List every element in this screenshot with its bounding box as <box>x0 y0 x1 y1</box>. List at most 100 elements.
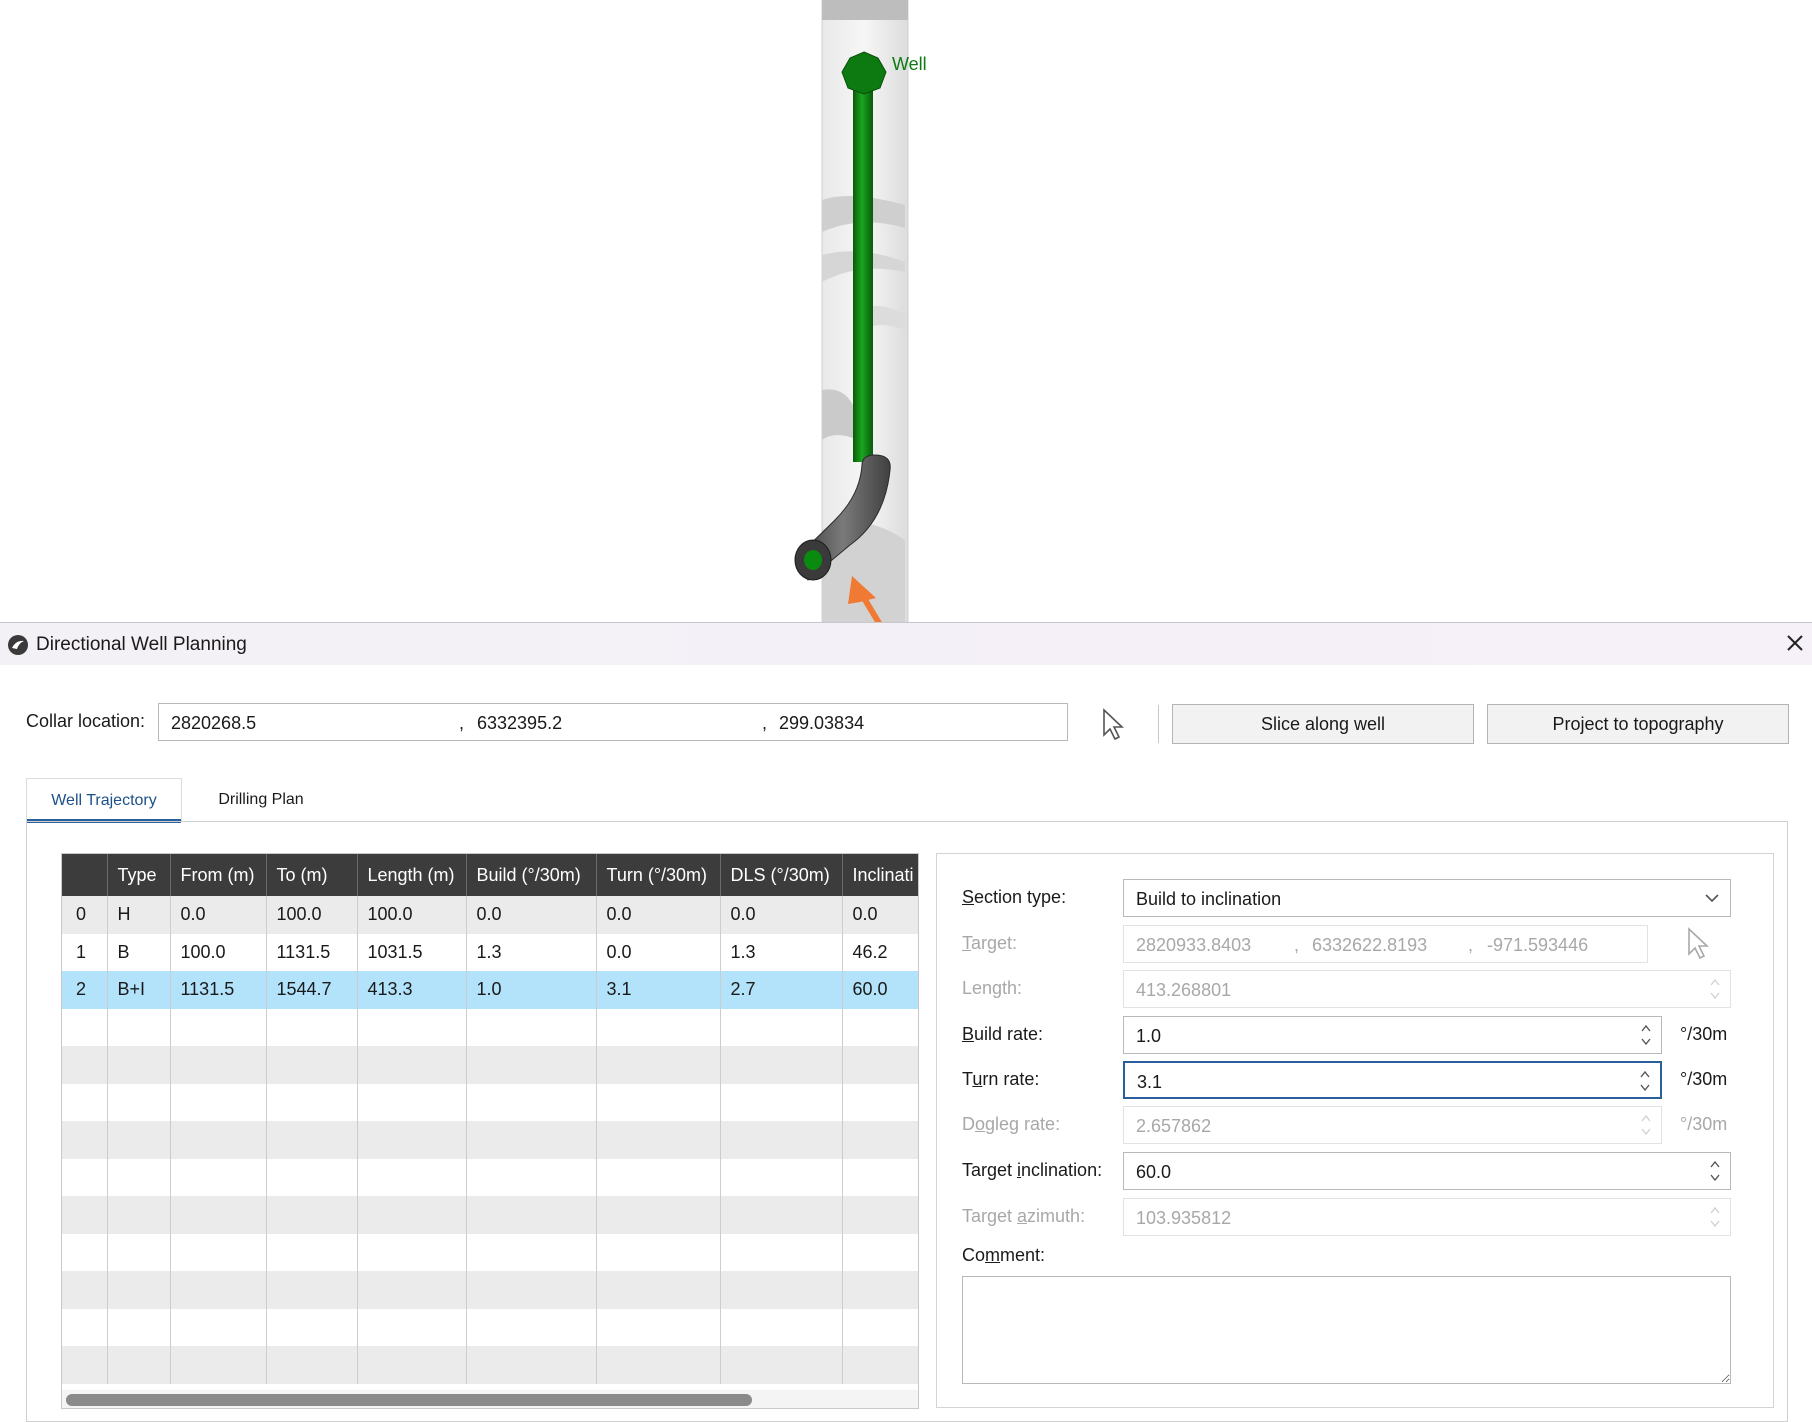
column-header[interactable]: Inclinati <box>842 854 918 896</box>
table-cell: 3.1 <box>596 971 721 1009</box>
tab-drilling-plan[interactable]: Drilling Plan <box>186 778 336 822</box>
dogleg-rate-unit: °/30m <box>1680 1114 1728 1134</box>
table-cell: 1544.7 <box>266 971 358 1009</box>
tab-well-trajectory[interactable]: Well Trajectory <box>26 778 182 823</box>
empty-row <box>62 1083 918 1121</box>
collar-location-field[interactable]: 2820268.5 , 6332395.2 , 299.03834 <box>158 703 1068 741</box>
table-cell: 1.3 <box>720 933 843 971</box>
dogleg-rate-field: 2.657862 <box>1123 1106 1662 1144</box>
column-header[interactable]: DLS (°/30m) <box>720 854 843 896</box>
spinner-icon <box>1641 1114 1651 1136</box>
table-cell: 2 <box>62 971 108 1009</box>
target-inclination-value[interactable]: 60.0 <box>1136 1162 1171 1183</box>
empty-row <box>62 1008 918 1046</box>
column-header[interactable]: To (m) <box>266 854 358 896</box>
empty-row <box>62 1346 918 1384</box>
target-x-value: 2820933.8403 <box>1136 935 1252 955</box>
collar-location-label: Collar location: <box>26 711 146 731</box>
table-cell: 0 <box>62 896 108 934</box>
table-cell: H <box>107 896 171 934</box>
build-rate-unit: °/30m <box>1680 1024 1728 1044</box>
well-label: Well <box>892 54 927 74</box>
table-cell: 100.0 <box>357 896 467 934</box>
target-label: Target: <box>962 933 1018 953</box>
empty-row <box>62 1158 918 1196</box>
spinner-icon[interactable] <box>1708 1155 1722 1187</box>
table-cell: 0.0 <box>842 896 918 934</box>
project-to-topography-label: Project to topography <box>1552 714 1724 734</box>
table-cell: B+I <box>107 971 171 1009</box>
coordinate-separator: , <box>1294 935 1300 955</box>
turn-rate-unit: °/30m <box>1680 1069 1728 1089</box>
table-cell: 413.3 <box>357 971 467 1009</box>
empty-row <box>62 1308 918 1346</box>
scrollbar-thumb[interactable] <box>66 1394 752 1406</box>
column-header[interactable] <box>62 854 108 896</box>
pick-target-cursor-icon <box>1688 927 1710 960</box>
column-header[interactable]: Type <box>107 854 171 896</box>
slice-along-well-label: Slice along well <box>1260 714 1386 734</box>
target-azimuth-label: Target azimuth: <box>962 1206 1086 1226</box>
column-header[interactable]: Length (m) <box>357 854 467 896</box>
table-row[interactable]: 0 H 0.0 100.0 100.0 0.0 0.0 0.0 0.0 <box>62 896 918 934</box>
horizontal-scrollbar[interactable] <box>62 1390 918 1408</box>
table-header-row: Type From (m) To (m) Length (m) Build (°… <box>62 854 918 896</box>
close-icon[interactable] <box>1784 632 1806 654</box>
comment-textarea[interactable] <box>962 1276 1731 1384</box>
table-cell: 0.0 <box>720 896 843 934</box>
spinner-icon <box>1710 978 1720 1000</box>
collar-z-value[interactable]: 299.03834 <box>779 713 864 734</box>
section-type-value: Build to inclination <box>1136 889 1282 909</box>
build-rate-value[interactable]: 1.0 <box>1136 1026 1161 1047</box>
length-value: 413.268801 <box>1136 980 1232 1000</box>
target-y-value: 6332622.8193 <box>1312 935 1428 955</box>
collar-y-value[interactable]: 6332395.2 <box>477 713 562 734</box>
coordinate-separator: , <box>1468 935 1474 955</box>
turn-rate-value[interactable]: 3.1 <box>1137 1072 1162 1093</box>
title-bar[interactable]: Directional Well Planning <box>0 623 1812 665</box>
project-to-topography-button[interactable]: Project to topography <box>1487 704 1789 744</box>
column-header[interactable]: Build (°/30m) <box>466 854 597 896</box>
target-field: 2820933.8403 , 6332622.8193 , -971.59344… <box>1123 925 1648 963</box>
spinner-icon[interactable] <box>1639 1019 1653 1051</box>
target-inclination-input[interactable]: 60.0 <box>1123 1152 1731 1190</box>
spinner-icon <box>1710 1206 1720 1228</box>
collar-x-value[interactable]: 2820268.5 <box>171 713 256 734</box>
turn-rate-input[interactable]: 3.1 <box>1123 1061 1662 1099</box>
empty-row <box>62 1233 918 1271</box>
column-header[interactable]: From (m) <box>170 854 267 896</box>
target-azimuth-value: 103.935812 <box>1136 1208 1232 1228</box>
section-type-select[interactable]: Build to inclination <box>1123 879 1731 917</box>
coordinate-separator: , <box>762 713 768 733</box>
empty-row <box>62 1196 918 1234</box>
build-rate-input[interactable]: 1.0 <box>1123 1016 1662 1054</box>
empty-row <box>62 1046 918 1084</box>
target-inclination-label: Target inclination: <box>962 1160 1103 1180</box>
table-cell: 0.0 <box>170 896 267 934</box>
table-cell: 0.0 <box>596 933 721 971</box>
table-row[interactable]: 1 B 100.0 1131.5 1031.5 1.3 0.0 1.3 46.2 <box>62 933 918 971</box>
table-cell: 0.0 <box>466 896 597 934</box>
table-cell: B <box>107 933 171 971</box>
dialog-title: Directional Well Planning <box>36 634 247 655</box>
dogleg-rate-value: 2.657862 <box>1136 1116 1212 1136</box>
table-cell: 60.0 <box>842 971 918 1009</box>
slice-along-well-button[interactable]: Slice along well <box>1172 704 1474 744</box>
table-cell: 100.0 <box>170 933 267 971</box>
spinner-icon[interactable] <box>1638 1065 1652 1097</box>
trajectory-table[interactable]: Type From (m) To (m) Length (m) Build (°… <box>61 853 919 1409</box>
length-label: Length: <box>962 978 1023 998</box>
empty-row <box>62 1121 918 1159</box>
app-icon <box>8 635 28 655</box>
viewport-3d[interactable]: Well <box>0 0 1812 1069</box>
scene-canvas: Well <box>794 0 1148 1069</box>
tab-label: Well Trajectory <box>51 792 157 809</box>
coordinate-separator: , <box>459 713 465 733</box>
chevron-down-icon[interactable] <box>1704 892 1720 904</box>
column-header[interactable]: Turn (°/30m) <box>596 854 721 896</box>
table-cell: 1031.5 <box>357 933 467 971</box>
table-cell: 2.7 <box>720 971 843 1009</box>
dogleg-rate-label: Dogleg rate: <box>962 1114 1061 1134</box>
pick-cursor-icon[interactable] <box>1100 707 1128 743</box>
table-row-selected[interactable]: 2 B+I 1131.5 1544.7 413.3 1.0 3.1 2.7 60… <box>62 971 918 1009</box>
